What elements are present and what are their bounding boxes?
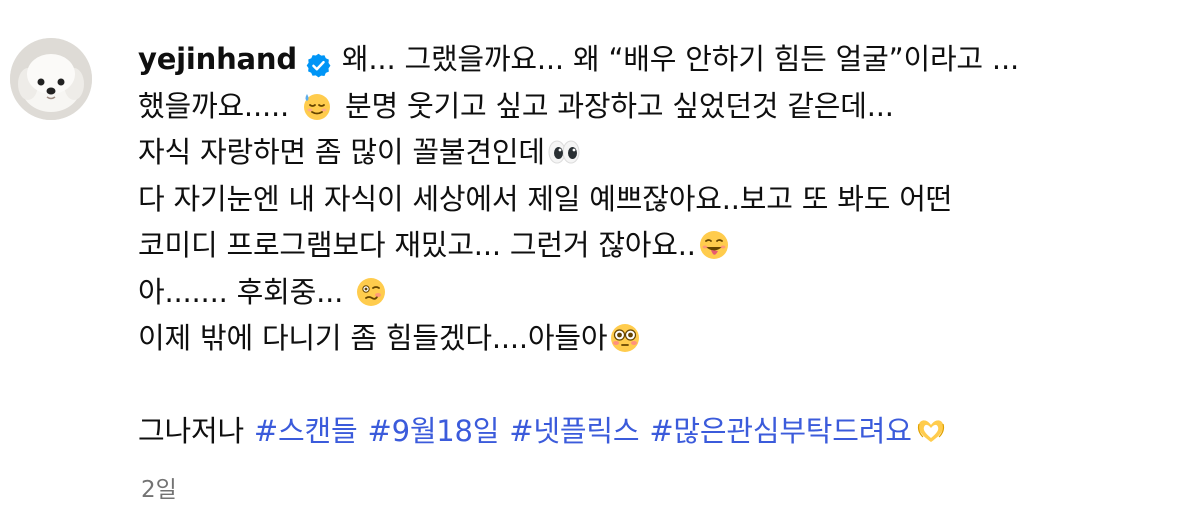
comment-text: 자식 자랑하면 좀 많이 꼴불견인데: [138, 135, 545, 169]
hashtag-link[interactable]: #넷플릭스: [509, 408, 639, 455]
flushed-face-emoji-icon: [609, 322, 641, 354]
comment-text: 아....... 후회중...: [138, 274, 344, 309]
comment-line-4: 다 자기눈엔 내 자식이 세상에서 제일 예쁘잖아요..보고 또 봐도 어떤: [138, 176, 1178, 223]
heart-hands-emoji-icon: [914, 415, 946, 447]
comment-body: yejinhand 왜... 그랬을까요... 왜 “배우 안하기 힘든 얼굴”…: [138, 36, 1178, 455]
hashtag-link[interactable]: #많은관심부탁드려요: [649, 408, 912, 455]
comment-line-5: 코미디 프로그램보다 재밌고... 그런거 잖아요..: [138, 222, 1178, 269]
tongue-out-emoji-icon: [698, 229, 730, 261]
comment-text: 왜... 그랬을까요... 왜 “배우 안하기 힘든 얼굴”이라고 ...: [341, 42, 1019, 76]
comment-text: 분명 웃기고 싶고 과장하고 싶었던것 같은데...: [345, 88, 894, 123]
comment-timestamp: 2일: [141, 477, 177, 503]
eyes-emoji-icon: [547, 136, 580, 168]
comment-line-1: yejinhand 왜... 그랬을까요... 왜 “배우 안하기 힘든 얼굴”…: [138, 36, 1178, 83]
comment-text: 했을까요.....: [138, 88, 290, 123]
verified-badge-icon: [305, 46, 332, 78]
hashtag-link[interactable]: #9월18일: [367, 408, 499, 455]
comment-line-3: 자식 자랑하면 좀 많이 꼴불견인데: [138, 129, 1178, 176]
comment-text: 이제 밖에 다니기 좀 힘들겠다....아들아: [138, 321, 608, 355]
comment-text: 코미디 프로그램보다 재밌고... 그런거 잖아요..: [138, 228, 696, 262]
comment-line-7: 이제 밖에 다니기 좀 힘들겠다....아들아: [138, 315, 1178, 362]
comment-line-2: 했을까요..... 분명 웃기고 싶고 과장하고 싶었던것 같은데...: [138, 83, 1178, 130]
comment-text: 그나저나: [138, 414, 244, 448]
avatar[interactable]: [10, 38, 92, 120]
woozy-face-emoji-icon: [355, 276, 387, 308]
sweat-smile-emoji-icon: [301, 90, 333, 122]
hashtag-link[interactable]: #스캔들: [254, 408, 358, 455]
username-link[interactable]: yejinhand: [138, 36, 297, 83]
comment-line-hashtags: 그나저나 #스캔들 #9월18일 #넷플릭스 #많은관심부탁드려요: [138, 408, 1178, 455]
comment-text: 다 자기눈엔 내 자식이 세상에서 제일 예쁘잖아요..보고 또 봐도 어떤: [138, 181, 953, 216]
comment-line-6: 아....... 후회중...: [138, 269, 1178, 316]
avatar-dog-image: [10, 38, 92, 120]
